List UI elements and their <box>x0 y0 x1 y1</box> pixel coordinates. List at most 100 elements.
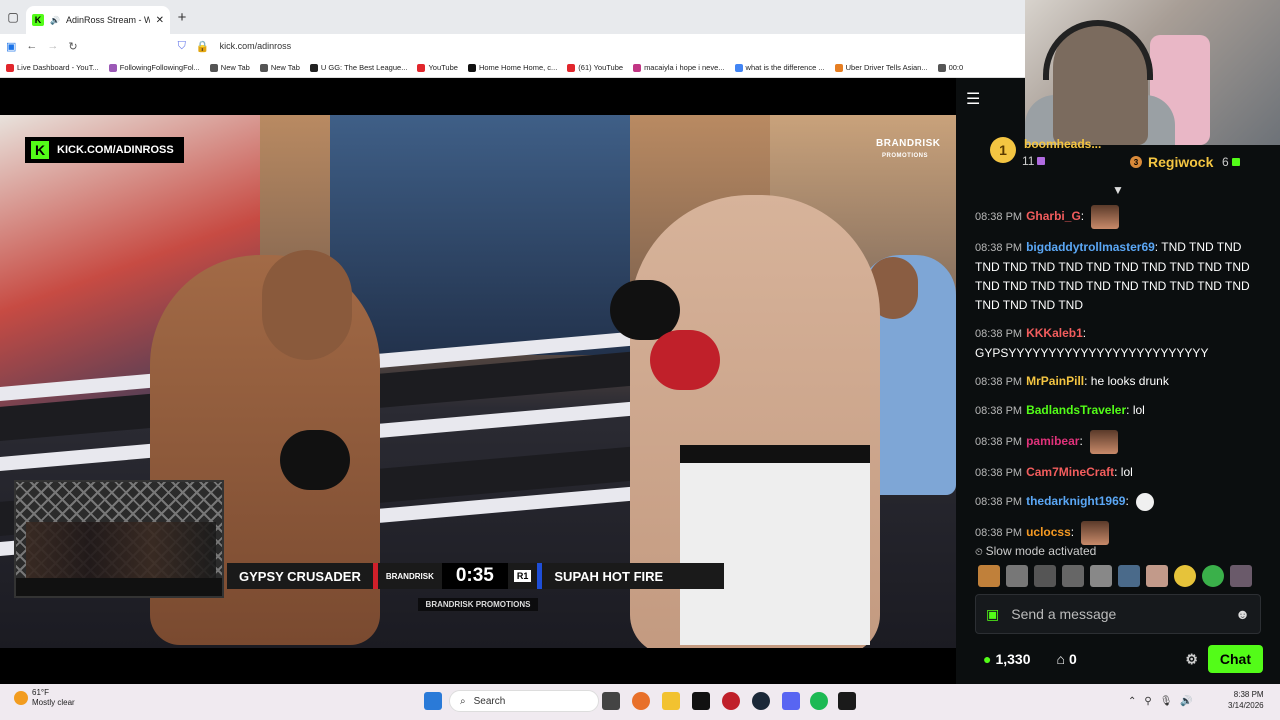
message-username[interactable]: pamibear <box>1026 434 1079 448</box>
message-username[interactable]: thedarknight1969 <box>1026 494 1125 508</box>
points-value: 1,330 <box>995 651 1031 667</box>
bookmark-item[interactable]: 00:0 <box>937 63 963 72</box>
third-place-name[interactable]: Regiwock <box>1148 154 1213 170</box>
browser-tab[interactable]: K 🔊 AdinRoss Stream - Watch Li ✕ <box>26 6 170 34</box>
bookmark-favicon-icon <box>633 63 642 72</box>
emote-icon[interactable] <box>1202 565 1224 587</box>
bookmark-item[interactable]: FollowingFollowingFol... <box>108 63 200 72</box>
message-username[interactable]: bigdaddytrollmaster69 <box>1026 240 1155 254</box>
task-view-icon[interactable] <box>602 692 620 710</box>
bookmark-item[interactable]: what is the difference ... <box>734 63 825 72</box>
bookmark-item[interactable]: Uber Driver Tells Asian... <box>834 63 928 72</box>
emoji-icon[interactable]: ☻ <box>1235 606 1250 622</box>
message-username[interactable]: BadlandsTraveler <box>1026 403 1126 417</box>
emote-icon[interactable] <box>1062 565 1084 587</box>
gift-icon[interactable]: ▣ <box>986 606 999 623</box>
message-timestamp: 08:38 PM <box>975 527 1023 540</box>
url-field[interactable]: kick.com/adinross <box>220 41 292 51</box>
message-username[interactable]: MrPainPill <box>1026 374 1084 388</box>
weather-desc: Mostly clear <box>32 698 75 707</box>
lock-icon[interactable]: 🔒 <box>196 40 210 53</box>
forward-icon[interactable]: → <box>47 40 58 52</box>
message-separator: : <box>1080 209 1088 224</box>
bookmark-favicon-icon <box>937 63 946 72</box>
bookmark-label: Uber Driver Tells Asian... <box>845 63 928 72</box>
chat-message: 08:38 PM Gharbi_G: <box>975 205 1265 229</box>
discord-icon[interactable] <box>782 692 800 710</box>
sidebar-toggle-icon[interactable]: ▣ <box>6 40 16 53</box>
shield-icon[interactable]: ⛉ <box>178 40 186 53</box>
volume-icon[interactable]: 🔊 <box>1180 696 1192 707</box>
settings-gear-icon[interactable]: ⚙ <box>1185 651 1198 668</box>
message-username[interactable]: Gharbi_G <box>1026 209 1081 223</box>
bookmark-favicon-icon <box>417 63 426 72</box>
points-display[interactable]: ● 1,330 <box>983 651 1031 667</box>
bookmark-item[interactable]: Live Dashboard - YouT... <box>6 63 99 72</box>
chat-message: 08:38 PM uclocss: <box>975 521 1265 545</box>
tray-chevron-icon[interactable]: ⌃ <box>1128 696 1136 707</box>
slow-mode-notice: ⏲ Slow mode activated <box>975 544 1096 558</box>
bookmark-favicon-icon <box>309 63 318 72</box>
spotify-icon[interactable] <box>810 692 828 710</box>
bookmark-label: Home Home Home, c... <box>478 63 558 72</box>
bookmark-item[interactable]: (61) YouTube <box>567 63 623 72</box>
chat-message: 08:38 PM BadlandsTraveler: lol <box>975 401 1265 421</box>
mic-icon[interactable]: 🎙 <box>1160 696 1173 707</box>
third-place-count-value: 6 <box>1222 155 1229 169</box>
slow-mode-text: Slow mode activated <box>985 544 1097 558</box>
scoreboard-brand: BRANDRISK <box>377 563 442 589</box>
bookmark-item[interactable]: Home Home Home, c... <box>467 63 558 72</box>
taskbar-search[interactable]: ⌕ Search <box>449 690 599 712</box>
search-label: Search <box>473 695 506 707</box>
x-app-icon[interactable] <box>692 692 710 710</box>
new-tab-button[interactable]: + <box>170 9 194 26</box>
emote-icon[interactable] <box>1230 565 1252 587</box>
clock-date: 3/14/2026 <box>1228 701 1264 710</box>
tab-list-icon[interactable]: ▢ <box>0 4 26 30</box>
bag-display[interactable]: ⌂ 0 <box>1057 651 1077 667</box>
bookmark-item[interactable]: New Tab <box>259 63 300 72</box>
webcam-overlay <box>1025 0 1280 145</box>
chat-send-button[interactable]: Chat <box>1207 645 1263 673</box>
reload-icon[interactable]: ↻ <box>68 40 77 53</box>
pinned-expand-icon[interactable]: ▼ <box>1112 183 1124 197</box>
message-timestamp: 08:38 PM <box>975 242 1023 254</box>
app-icon[interactable] <box>838 692 856 710</box>
close-tab-icon[interactable]: ✕ <box>156 15 164 26</box>
bookmark-item[interactable]: macaiyla i hope i neve... <box>633 63 725 72</box>
system-clock[interactable]: 8:38 PM 3/14/2026 <box>1228 689 1264 711</box>
clock-time: 8:38 PM <box>1233 690 1264 699</box>
emote-icon[interactable] <box>1006 565 1028 587</box>
emote-icon[interactable] <box>1118 565 1140 587</box>
bookmark-favicon-icon <box>108 63 117 72</box>
media-app-icon[interactable] <box>722 692 740 710</box>
emote-icon[interactable] <box>1174 565 1196 587</box>
emote-icon[interactable] <box>1146 565 1168 587</box>
emote-icon[interactable] <box>1034 565 1056 587</box>
bookmark-item[interactable]: YouTube <box>417 63 458 72</box>
emote-icon[interactable] <box>978 565 1000 587</box>
message-input[interactable] <box>1011 606 1224 622</box>
message-username[interactable]: uclocss <box>1026 525 1071 539</box>
windows-start-icon[interactable] <box>424 692 442 710</box>
steam-icon[interactable] <box>752 692 770 710</box>
bookmark-item[interactable]: U GG: The Best League... <box>309 63 407 72</box>
first-place-name[interactable]: boomheads... <box>1024 137 1101 151</box>
emote-icon[interactable] <box>1090 565 1112 587</box>
back-icon[interactable]: ← <box>26 40 37 52</box>
menu-icon[interactable]: ☰ <box>966 92 986 108</box>
bookmarks-bar: Live Dashboard - YouT... FollowingFollowi… <box>0 58 1025 78</box>
chat-message: 08:38 PM bigdaddytrollmaster69: TND TND T… <box>975 238 1265 315</box>
fighter-left-head <box>262 250 352 360</box>
message-username[interactable]: Cam7MineCraft <box>1026 465 1114 479</box>
file-explorer-icon[interactable] <box>662 692 680 710</box>
bookmark-label: YouTube <box>428 63 458 72</box>
firefox-icon[interactable] <box>632 692 650 710</box>
bookmark-item[interactable]: New Tab <box>209 63 250 72</box>
message-username[interactable]: KKKaleb1 <box>1026 326 1083 340</box>
network-icon[interactable]: ⚲ <box>1144 696 1151 707</box>
weather-widget[interactable]: 61°F Mostly clear <box>14 688 75 708</box>
bookmark-label: (61) YouTube <box>578 63 624 72</box>
picture-in-picture-feed <box>14 480 224 598</box>
bookmark-label: New Tab <box>220 63 250 72</box>
